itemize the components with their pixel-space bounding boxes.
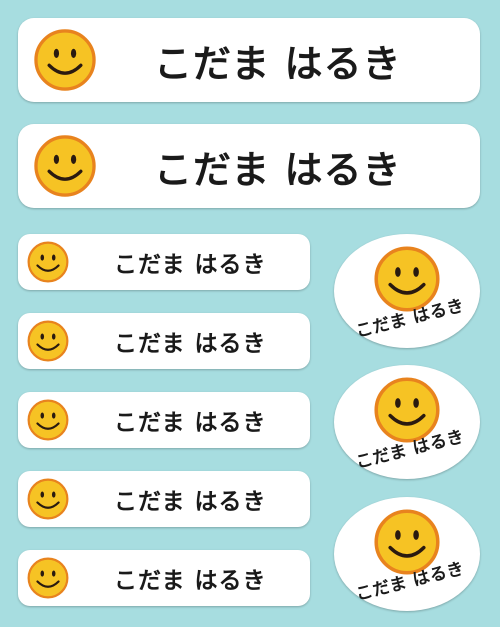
name-text: こだま はるき [154, 147, 402, 192]
name-text: こだま はるき [114, 489, 267, 515]
smiley-face-icon [27, 241, 69, 283]
name-text: こだま はるき [114, 252, 267, 278]
round-name-label: こだま はるき [334, 497, 480, 611]
small-name-label: こだま はるき [18, 471, 310, 527]
small-name-label: こだま はるき [18, 550, 310, 606]
smiley-face-icon [34, 29, 96, 91]
large-name-label: こだま はるき [18, 18, 480, 102]
smiley-face-icon [27, 557, 69, 599]
name-text: こだま はるき [154, 41, 402, 86]
round-name-label: こだま はるき [334, 365, 480, 479]
smiley-face-icon [27, 399, 69, 441]
name-text: こだま はるき [114, 410, 267, 436]
smiley-face-icon [27, 478, 69, 520]
large-name-label: こだま はるき [18, 124, 480, 208]
small-name-label: こだま はるき [18, 234, 310, 290]
name-text: こだま はるき [114, 331, 267, 357]
small-name-label: こだま はるき [18, 392, 310, 448]
round-name-label: こだま はるき [334, 234, 480, 348]
small-name-label: こだま はるき [18, 313, 310, 369]
smiley-face-icon [27, 320, 69, 362]
smiley-face-icon [34, 135, 96, 197]
label-sheet: こだま はるき こだま はるき こだま はるき こだま はるき こだま はるき … [0, 0, 500, 627]
name-text: こだま はるき [114, 568, 267, 594]
